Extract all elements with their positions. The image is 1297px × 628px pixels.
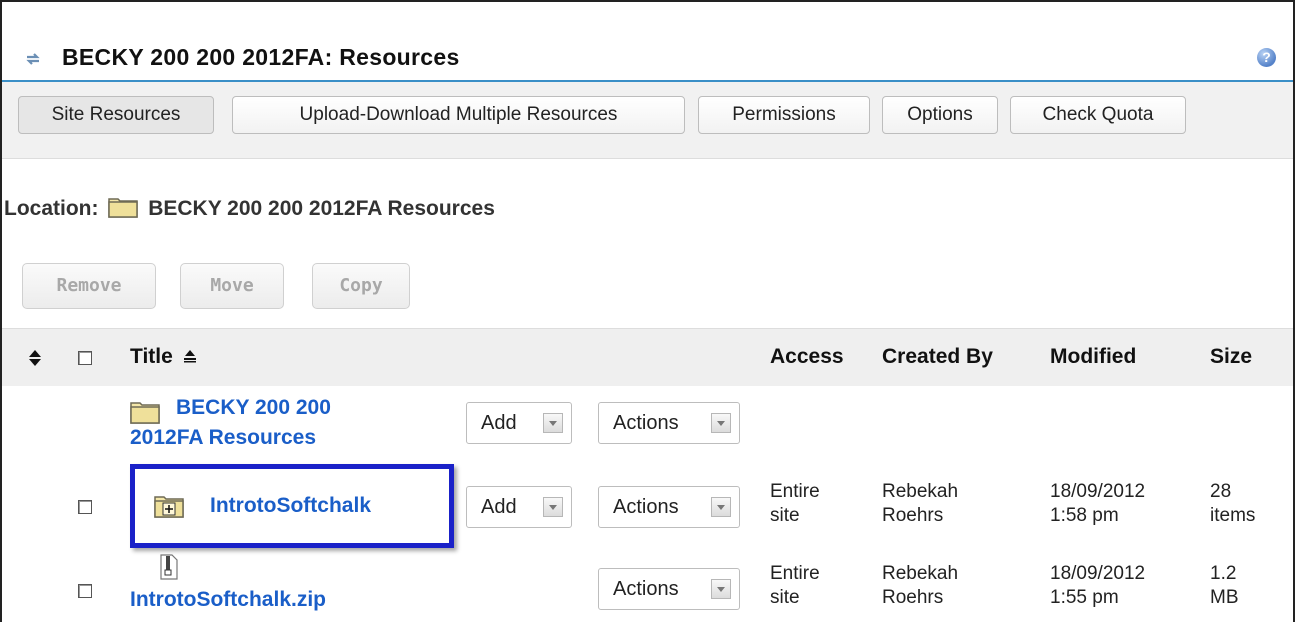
toolbar: Site Resources Upload-Download Multiple … [2, 82, 1293, 159]
row-checkbox[interactable] [78, 584, 92, 598]
column-title[interactable]: Title [130, 345, 197, 369]
tab-options[interactable]: Options [882, 96, 998, 134]
chevron-down-icon [711, 579, 731, 599]
chevron-down-icon [711, 413, 731, 433]
access-cell: Entire site [770, 481, 820, 526]
refresh-icon[interactable] [24, 50, 42, 68]
created-by-cell: Rebekah Roehrs [882, 481, 959, 526]
table-header: Title Access Created By Modified Size [2, 328, 1293, 387]
chevron-down-icon [543, 497, 563, 517]
select-all-checkbox[interactable] [78, 351, 92, 365]
location-value[interactable]: BECKY 200 200 2012FA Resources [148, 197, 495, 220]
remove-button[interactable]: Remove [22, 263, 156, 309]
root-folder-link-line2[interactable]: 2012FA Resources [130, 426, 316, 450]
tab-permissions[interactable]: Permissions [698, 96, 870, 134]
column-created-by: Created By [882, 345, 993, 368]
actions-dropdown[interactable]: Actions [598, 568, 740, 610]
chevron-down-icon [711, 497, 731, 517]
access-cell: Entire site [770, 563, 820, 608]
move-button[interactable]: Move [180, 263, 284, 309]
location-breadcrumb: Location: BECKY 200 200 2012FA Resources [4, 196, 495, 221]
column-size: Size [1210, 345, 1253, 368]
actions-dropdown[interactable]: Actions [598, 402, 740, 444]
table-row-root: BECKY 200 200 2012FA Resources Add Actio… [2, 386, 1293, 467]
tab-site-resources[interactable]: Site Resources [18, 96, 214, 134]
root-folder-link-line1[interactable]: BECKY 200 200 [176, 396, 331, 420]
tab-check-quota[interactable]: Check Quota [1010, 96, 1186, 134]
column-modified: Modified [1050, 345, 1137, 368]
size-cell: 28 items [1210, 481, 1256, 526]
folder-icon [108, 198, 139, 218]
tool-header: BECKY 200 200 2012FA: Resources ? [2, 36, 1293, 82]
chevron-down-icon [543, 413, 563, 433]
location-label: Location: [4, 197, 99, 220]
copy-button[interactable]: Copy [312, 263, 410, 309]
size-cell: 1.2 MB [1210, 563, 1239, 608]
add-dropdown[interactable]: Add [466, 486, 572, 528]
sort-icon[interactable] [28, 349, 42, 367]
row-checkbox[interactable] [78, 500, 92, 514]
modified-cell: 18/09/2012 1:55 pm [1050, 563, 1146, 608]
modified-cell: 18/09/2012 1:58 pm [1050, 481, 1146, 526]
created-by-cell: Rebekah Roehrs [882, 563, 959, 608]
file-link[interactable]: IntrotoSoftchalk.zip [130, 588, 326, 612]
help-icon[interactable]: ? [1257, 48, 1276, 67]
add-dropdown[interactable]: Add [466, 402, 572, 444]
zip-file-icon [160, 554, 178, 580]
column-access: Access [770, 345, 844, 368]
folder-icon [130, 402, 160, 424]
page-title: BECKY 200 200 2012FA: Resources [62, 44, 460, 70]
sort-ascending-icon [183, 350, 196, 363]
highlight-box [130, 464, 454, 548]
table-row: IntrotoSoftchalk.zip Actions Entire site … [2, 548, 1293, 628]
actions-dropdown[interactable]: Actions [598, 486, 740, 528]
tab-upload-download[interactable]: Upload-Download Multiple Resources [232, 96, 685, 134]
